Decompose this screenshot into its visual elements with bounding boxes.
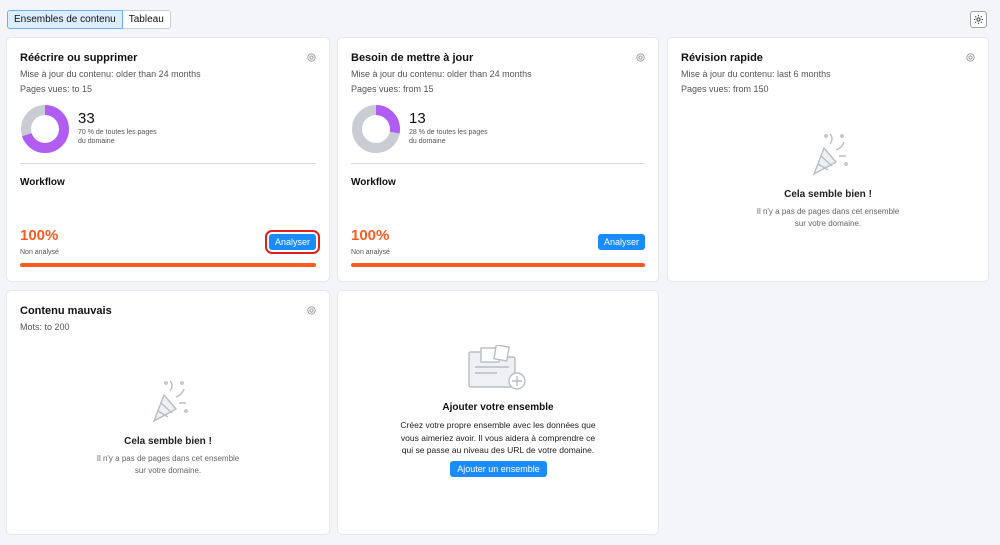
add-set-button[interactable]: Ajouter un ensemble [450, 461, 547, 477]
share-text-2: du domaine [409, 138, 446, 145]
filter-pageviews: Pages vues: to 15 [20, 84, 93, 94]
donut-chart [352, 105, 400, 153]
share-text-2: du domaine [78, 138, 115, 145]
empty-subtitle-line: sur votre domaine. [134, 466, 202, 475]
empty-state: Cela semble bien ! Il n'y a pas de pages… [7, 377, 329, 477]
card-needs-update: Besoin de mettre à jour Mise à jour du c… [338, 38, 658, 281]
page-count: 33 [78, 110, 95, 127]
workflow-percent: 100% [20, 227, 59, 244]
workflow-label: Workflow [351, 177, 396, 188]
analyze-button[interactable]: Analyser [264, 230, 321, 254]
gear-icon[interactable] [306, 52, 317, 63]
workflow-percent: 100% [351, 227, 390, 244]
donut-chart [21, 105, 69, 153]
share-text: 70 % de toutes les pages [78, 129, 157, 136]
filter-words: Mots: to 200 [20, 322, 70, 332]
progress-bar [20, 263, 316, 267]
page-count: 13 [409, 110, 426, 127]
card-add-set: Ajouter votre ensemble Créez votre propr… [338, 291, 658, 534]
filter-pageviews: Pages vues: from 150 [681, 84, 769, 94]
view-tabs: Ensembles de contenu Tableau [7, 10, 171, 29]
card-quick-review: Révision rapide Mise à jour du contenu: … [668, 38, 988, 281]
share-text: 28 % de toutes les pages [409, 129, 488, 136]
filter-pageviews: Pages vues: from 15 [351, 84, 434, 94]
card-title: Contenu mauvais [20, 305, 112, 317]
gear-icon[interactable] [306, 305, 317, 316]
card-rewrite-or-delete: Réécrire ou supprimer Mise à jour du con… [7, 38, 329, 281]
party-popper-icon [152, 380, 188, 423]
workflow-status: Non analysé [351, 249, 390, 256]
gear-icon [973, 14, 984, 25]
empty-subtitle-line: Il n'y a pas de pages dans cet ensemble [96, 454, 240, 463]
analyze-button[interactable]: Analyser [597, 234, 645, 250]
gear-icon[interactable] [635, 52, 646, 63]
add-set-description-line: vous aimeriez avoir. Il vous aidera à co… [400, 432, 596, 443]
card-title: Révision rapide [681, 52, 763, 64]
filter-updated: Mise à jour du contenu: last 6 months [681, 69, 831, 79]
empty-subtitle-line: sur votre domaine. [794, 219, 862, 228]
workflow-label: Workflow [20, 177, 65, 188]
empty-subtitle: Il n'y a pas de pages dans cet ensemble … [7, 453, 329, 477]
empty-title: Cela semble bien ! [784, 189, 872, 200]
divider [20, 163, 316, 164]
add-set-description: Créez votre propre ensemble avec les don… [338, 419, 658, 457]
add-set-title: Ajouter votre ensemble [442, 402, 554, 413]
global-settings-button[interactable] [970, 11, 987, 28]
empty-state: Cela semble bien ! Il n'y a pas de pages… [668, 130, 988, 230]
tab-content-sets[interactable]: Ensembles de contenu [7, 10, 123, 29]
folder-add-icon [468, 344, 526, 390]
card-title: Besoin de mettre à jour [351, 52, 474, 64]
empty-subtitle: Il n'y a pas de pages dans cet ensemble … [668, 206, 988, 230]
empty-title: Cela semble bien ! [124, 436, 212, 447]
divider [351, 163, 645, 164]
party-popper-icon [812, 133, 848, 176]
gear-icon[interactable] [965, 52, 976, 63]
filter-updated: Mise à jour du contenu: older than 24 mo… [351, 69, 532, 79]
card-title: Réécrire ou supprimer [20, 52, 138, 64]
add-set-description-line: qui se passe au niveau des URL de votre … [401, 445, 595, 455]
card-bad-content: Contenu mauvais Mots: to 200 Cela semble… [7, 291, 329, 534]
add-set-description-line: Créez votre propre ensemble avec les don… [400, 420, 596, 430]
empty-subtitle-line: Il n'y a pas de pages dans cet ensemble [756, 207, 900, 216]
filter-updated: Mise à jour du contenu: older than 24 mo… [20, 69, 201, 79]
workflow-status: Non analysé [20, 249, 59, 256]
tab-table[interactable]: Tableau [122, 10, 171, 29]
add-set-state: Ajouter votre ensemble Créez votre propr… [338, 344, 658, 457]
progress-bar [351, 263, 645, 267]
